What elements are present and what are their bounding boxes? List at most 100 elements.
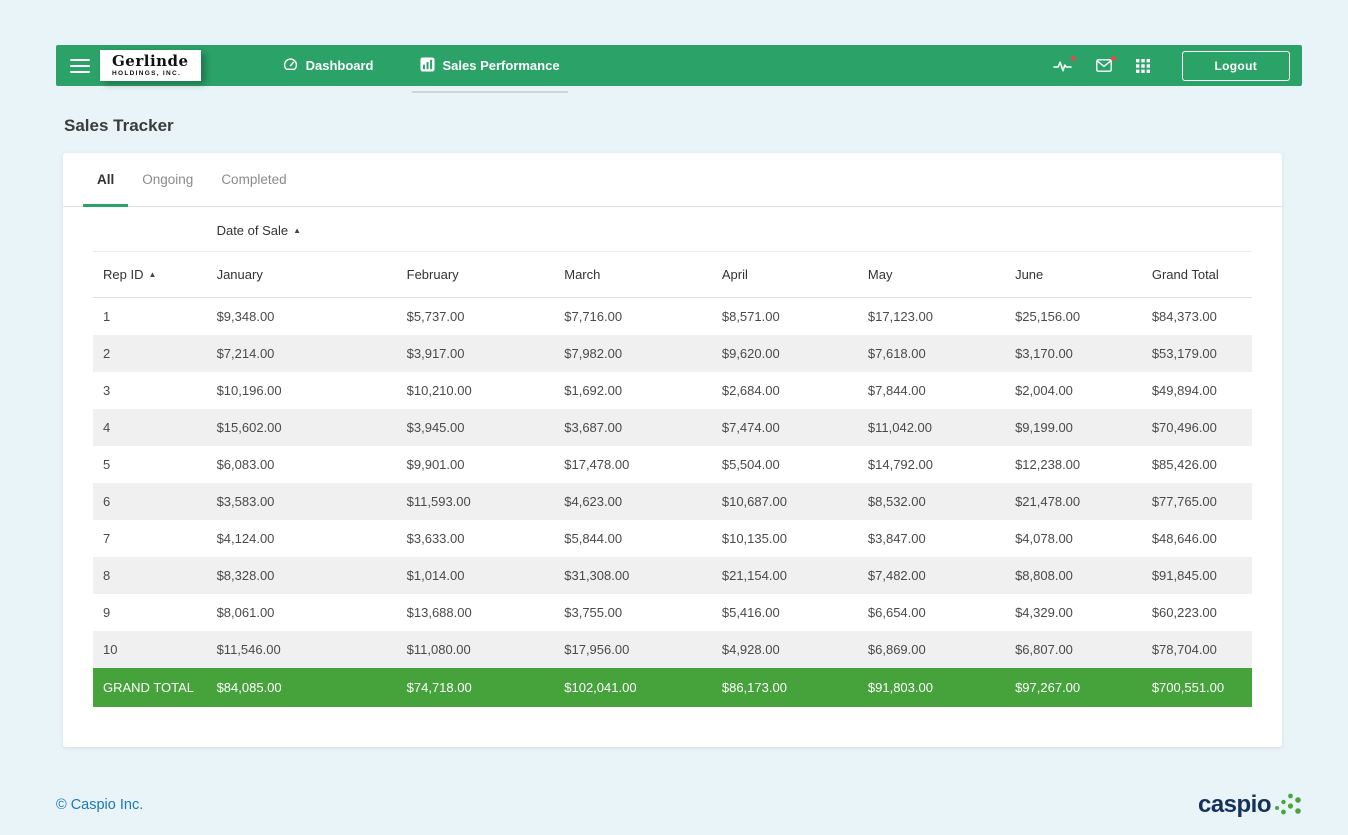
table-cell: $5,504.00 xyxy=(712,446,858,483)
table-cell: $5,844.00 xyxy=(554,520,712,557)
content-card: AllOngoingCompleted Date of Sale▲ Rep ID xyxy=(63,153,1282,747)
tab-bar: AllOngoingCompleted xyxy=(63,153,1282,207)
table-cell: 2 xyxy=(93,335,207,372)
table-cell: $3,687.00 xyxy=(554,409,712,446)
column-header-rep-id[interactable]: Rep ID▲ xyxy=(93,252,207,298)
table-cell: $1,014.00 xyxy=(397,557,555,594)
table-cell: $10,135.00 xyxy=(712,520,858,557)
caspio-mark-icon xyxy=(1273,787,1302,822)
table-cell: 5 xyxy=(93,446,207,483)
empty-header-cell xyxy=(1142,207,1252,252)
navbar-right: Logout xyxy=(1053,51,1290,81)
table-cell: $8,328.00 xyxy=(207,557,397,594)
table-cell: $9,620.00 xyxy=(712,335,858,372)
column-header-april[interactable]: April xyxy=(712,252,858,298)
brand-logo[interactable]: Gerlinde HOLDINGS, INC. xyxy=(100,50,201,81)
table-cell: $15,602.00 xyxy=(207,409,397,446)
table-cell: 7 xyxy=(93,520,207,557)
column-header-january[interactable]: January xyxy=(207,252,397,298)
footer-copyright-link[interactable]: © Caspio Inc. xyxy=(56,797,143,813)
grand-total-cell: $700,551.00 xyxy=(1142,668,1252,707)
top-navbar: Gerlinde HOLDINGS, INC. Dashboard Sales … xyxy=(56,45,1302,86)
activity-icon[interactable] xyxy=(1053,59,1072,73)
logout-button[interactable]: Logout xyxy=(1182,51,1290,81)
page-title: Sales Tracker xyxy=(64,116,1302,136)
group-header-label: Date of Sale xyxy=(217,223,289,238)
table-cell: $7,474.00 xyxy=(712,409,858,446)
table-cell: 4 xyxy=(93,409,207,446)
tab-all[interactable]: All xyxy=(83,153,128,206)
caspio-logo: caspio xyxy=(1198,787,1302,822)
table-cell: $14,792.00 xyxy=(858,446,1005,483)
hamburger-menu-icon[interactable] xyxy=(70,59,90,73)
mail-icon[interactable] xyxy=(1096,59,1112,72)
column-header-february[interactable]: February xyxy=(397,252,555,298)
tab-ongoing[interactable]: Ongoing xyxy=(128,153,207,206)
table-cell: $11,080.00 xyxy=(397,631,555,668)
group-header-date-of-sale[interactable]: Date of Sale ▲ xyxy=(207,207,1142,252)
column-header-grand-total[interactable]: Grand Total xyxy=(1142,252,1252,298)
table-cell: 3 xyxy=(93,372,207,409)
caspio-wordmark: caspio xyxy=(1198,793,1271,817)
grand-total-cell: $74,718.00 xyxy=(397,668,555,707)
table-cell: $53,179.00 xyxy=(1142,335,1252,372)
nav-item-label: Sales Performance xyxy=(443,58,560,73)
table-cell: $13,688.00 xyxy=(397,594,555,631)
table-cell: $5,737.00 xyxy=(397,298,555,336)
column-header-march[interactable]: March xyxy=(554,252,712,298)
table-cell: $6,083.00 xyxy=(207,446,397,483)
table-cell: $4,329.00 xyxy=(1005,594,1142,631)
table-cell: $3,170.00 xyxy=(1005,335,1142,372)
table-cell: $78,704.00 xyxy=(1142,631,1252,668)
brand-name: Gerlinde xyxy=(112,53,189,70)
sort-asc-icon: ▲ xyxy=(293,226,301,235)
table-cell: 8 xyxy=(93,557,207,594)
table-cell: $7,214.00 xyxy=(207,335,397,372)
table-cell: $3,755.00 xyxy=(554,594,712,631)
table-cell: $7,844.00 xyxy=(858,372,1005,409)
nav-item-label: Dashboard xyxy=(306,58,374,73)
table-cell: $31,308.00 xyxy=(554,557,712,594)
table-cell: $2,004.00 xyxy=(1005,372,1142,409)
bar-chart-icon xyxy=(420,57,435,75)
column-header-may[interactable]: May xyxy=(858,252,1005,298)
table-cell: $25,156.00 xyxy=(1005,298,1142,336)
grand-total-cell: $91,803.00 xyxy=(858,668,1005,707)
table-cell: $11,593.00 xyxy=(397,483,555,520)
notification-dot xyxy=(1111,56,1116,61)
table-cell: $4,623.00 xyxy=(554,483,712,520)
table-cell: $2,684.00 xyxy=(712,372,858,409)
sales-table: Date of Sale ▲ Rep ID▲JanuaryFebruaryMarc… xyxy=(93,207,1252,707)
table-cell: $17,478.00 xyxy=(554,446,712,483)
gauge-icon xyxy=(283,57,298,75)
table-cell: $11,546.00 xyxy=(207,631,397,668)
table-cell: $6,807.00 xyxy=(1005,631,1142,668)
table-cell: $12,238.00 xyxy=(1005,446,1142,483)
apps-grid-icon[interactable] xyxy=(1136,59,1150,73)
nav-item-sales-performance[interactable]: Sales Performance xyxy=(420,45,560,86)
nav-item-dashboard[interactable]: Dashboard xyxy=(283,45,374,86)
table-cell: $3,583.00 xyxy=(207,483,397,520)
table-cell: $17,123.00 xyxy=(858,298,1005,336)
table-cell: $60,223.00 xyxy=(1142,594,1252,631)
table-row: 3$10,196.00$10,210.00$1,692.00$2,684.00$… xyxy=(93,372,1252,409)
table-cell: $8,571.00 xyxy=(712,298,858,336)
tab-completed[interactable]: Completed xyxy=(207,153,300,206)
table-cell: $85,426.00 xyxy=(1142,446,1252,483)
column-header-june[interactable]: June xyxy=(1005,252,1142,298)
brand-subtitle: HOLDINGS, INC. xyxy=(112,70,189,77)
table-cell: $7,482.00 xyxy=(858,557,1005,594)
table-row: 6$3,583.00$11,593.00$4,623.00$10,687.00$… xyxy=(93,483,1252,520)
sort-asc-icon: ▲ xyxy=(148,270,156,279)
table-cell: $3,917.00 xyxy=(397,335,555,372)
table-row: 7$4,124.00$3,633.00$5,844.00$10,135.00$3… xyxy=(93,520,1252,557)
table-cell: $10,210.00 xyxy=(397,372,555,409)
grand-total-cell: $84,085.00 xyxy=(207,668,397,707)
table-cell: $48,646.00 xyxy=(1142,520,1252,557)
table-cell: $10,687.00 xyxy=(712,483,858,520)
table-cell: $3,633.00 xyxy=(397,520,555,557)
table-cell: $4,124.00 xyxy=(207,520,397,557)
table-cell: $4,928.00 xyxy=(712,631,858,668)
grand-total-row: GRAND TOTAL$84,085.00$74,718.00$102,041.… xyxy=(93,668,1252,707)
table-cell: 9 xyxy=(93,594,207,631)
